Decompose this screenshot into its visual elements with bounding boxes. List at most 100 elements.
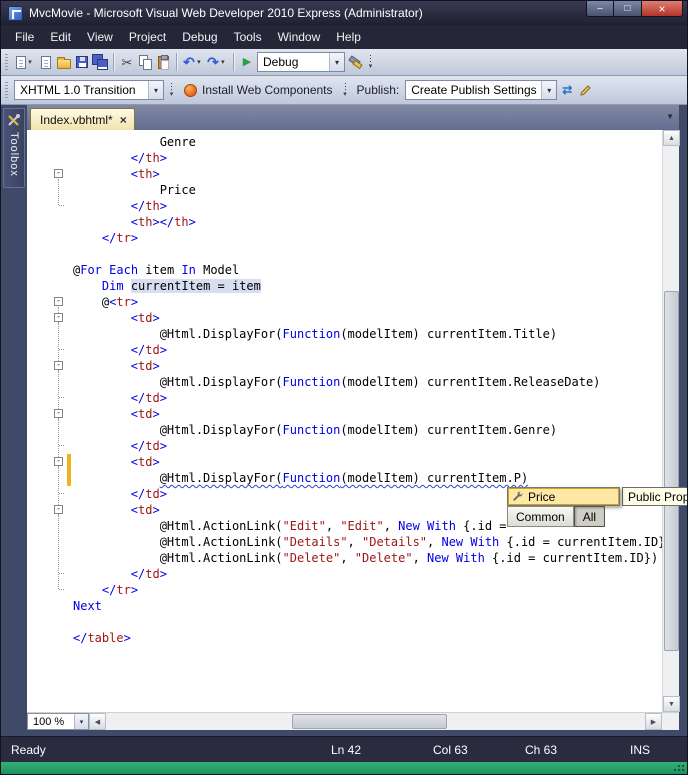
- copy-button[interactable]: [137, 52, 153, 72]
- pencil-icon: [580, 84, 591, 96]
- menu-edit[interactable]: Edit: [42, 27, 79, 47]
- chevron-down-icon[interactable]: ▾: [74, 714, 88, 729]
- install-web-components-button[interactable]: Install Web Components: [179, 79, 338, 101]
- code-line[interactable]: - <td>: [27, 358, 662, 374]
- vertical-scrollbar-thumb[interactable]: [664, 291, 679, 651]
- fold-toggle-icon[interactable]: -: [54, 409, 63, 418]
- fold-toggle-icon[interactable]: -: [54, 361, 63, 370]
- maximize-button[interactable]: □: [614, 1, 641, 17]
- paste-button[interactable]: [155, 52, 171, 72]
- cut-button[interactable]: ✂: [119, 52, 135, 72]
- chevron-down-icon[interactable]: ▾: [541, 81, 557, 99]
- toolbox-tab[interactable]: Toolbox: [3, 108, 25, 188]
- menu-debug[interactable]: Debug: [174, 27, 225, 47]
- intellisense-item-price[interactable]: Price: [508, 488, 619, 505]
- menu-view[interactable]: View: [79, 27, 121, 47]
- code-line[interactable]: </td>: [27, 390, 662, 406]
- fold-toggle-icon[interactable]: -: [54, 313, 63, 322]
- horizontal-scrollbar[interactable]: ◀ ▶: [89, 713, 662, 730]
- code-line[interactable]: </table>: [27, 630, 662, 646]
- code-line[interactable]: [27, 614, 662, 630]
- resize-grip[interactable]: [672, 763, 684, 771]
- publish-button[interactable]: ⇄: [559, 80, 575, 100]
- intellisense-tab-common[interactable]: Common: [507, 506, 574, 527]
- code-line[interactable]: @Html.DisplayFor(Function(modelItem) cur…: [27, 374, 662, 390]
- code-line[interactable]: </td>: [27, 566, 662, 582]
- save-button[interactable]: [74, 52, 90, 72]
- tab-close-icon[interactable]: ×: [120, 114, 127, 126]
- code-line[interactable]: - @<tr>: [27, 294, 662, 310]
- redo-button[interactable]: ↷ ▾: [206, 52, 228, 72]
- intellisense-tab-all[interactable]: All: [573, 506, 606, 527]
- menu-window[interactable]: Window: [270, 27, 329, 47]
- zoom-combo[interactable]: 100 % ▾: [27, 713, 89, 730]
- code-line[interactable]: </tr>: [27, 582, 662, 598]
- scroll-left-icon[interactable]: ◀: [89, 713, 106, 730]
- code-line[interactable]: - <th>: [27, 166, 662, 182]
- code-line[interactable]: </th>: [27, 198, 662, 214]
- document-list-chevron-icon[interactable]: ▼: [666, 112, 674, 121]
- code-line[interactable]: - <td>: [27, 310, 662, 326]
- toolbar-grip[interactable]: [5, 54, 8, 70]
- code-line[interactable]: - <td>: [27, 454, 662, 470]
- chevron-down-icon[interactable]: ▾: [195, 58, 203, 66]
- menu-tools[interactable]: Tools: [226, 27, 270, 47]
- publish-settings-combo[interactable]: Create Publish Settings ▾: [405, 80, 558, 100]
- code-line[interactable]: Price: [27, 182, 662, 198]
- chevron-down-icon[interactable]: ▾: [148, 81, 163, 99]
- save-all-button[interactable]: [92, 52, 108, 72]
- doctype-combo[interactable]: XHTML 1.0 Transition ▾: [14, 80, 164, 100]
- minimize-button[interactable]: –: [586, 1, 614, 17]
- code-line[interactable]: @Html.ActionLink("Details", "Details", N…: [27, 534, 662, 550]
- chevron-down-icon[interactable]: ▾: [26, 58, 34, 66]
- close-button[interactable]: ×: [641, 1, 683, 17]
- code-line[interactable]: Next: [27, 598, 662, 614]
- code-line[interactable]: @For Each item In Model: [27, 262, 662, 278]
- menu-file[interactable]: File: [7, 27, 42, 47]
- code-editor[interactable]: Genre </th> - <th> Price </th> <th></th> …: [27, 130, 662, 712]
- code-token: New With: [441, 535, 500, 549]
- fold-toggle-icon[interactable]: -: [54, 297, 63, 306]
- fold-toggle-icon[interactable]: -: [54, 505, 63, 514]
- title-bar[interactable]: MvcMovie - Microsoft Visual Web Develope…: [1, 1, 687, 25]
- menu-help[interactable]: Help: [328, 27, 369, 47]
- menu-project[interactable]: Project: [121, 27, 174, 47]
- scroll-down-icon[interactable]: ▼: [663, 696, 680, 712]
- scroll-right-icon[interactable]: ▶: [645, 713, 662, 730]
- code-line[interactable]: @Html.DisplayFor(Function(modelItem) cur…: [27, 422, 662, 438]
- chevron-down-icon[interactable]: ▾: [329, 53, 344, 71]
- code-line[interactable]: [27, 246, 662, 262]
- solution-configuration-combo[interactable]: Debug ▾: [257, 52, 345, 72]
- code-line[interactable]: - <td>: [27, 406, 662, 422]
- code-line[interactable]: @Html.DisplayFor(Function(modelItem) cur…: [27, 470, 662, 486]
- scroll-up-icon[interactable]: ▲: [663, 130, 680, 146]
- add-item-button[interactable]: [38, 52, 54, 72]
- code-line[interactable]: <th></th>: [27, 214, 662, 230]
- code-token: >: [152, 167, 160, 181]
- vertical-scrollbar[interactable]: ▲ ▼: [662, 130, 680, 712]
- find-tool-button[interactable]: [347, 52, 363, 72]
- code-line[interactable]: </th>: [27, 150, 662, 166]
- toolbar-overflow-button[interactable]: ▾: [340, 76, 351, 104]
- code-line[interactable]: </td>: [27, 342, 662, 358]
- toolbar-overflow-button[interactable]: ▾: [365, 49, 376, 75]
- code-line[interactable]: </td>: [27, 438, 662, 454]
- tool-icon: [348, 55, 362, 69]
- open-file-button[interactable]: [56, 52, 72, 72]
- undo-button[interactable]: ↶ ▾: [182, 52, 204, 72]
- chevron-down-icon[interactable]: ▾: [219, 58, 227, 66]
- fold-toggle-icon[interactable]: -: [54, 169, 63, 178]
- fold-toggle-icon[interactable]: -: [54, 457, 63, 466]
- new-project-button[interactable]: ▾: [14, 52, 36, 72]
- tab-index-vbhtml[interactable]: Index.vbhtml* ×: [30, 108, 135, 130]
- start-debugging-button[interactable]: ▶: [239, 52, 255, 72]
- toolbar-grip[interactable]: [5, 82, 8, 98]
- code-line[interactable]: </tr>: [27, 230, 662, 246]
- code-line[interactable]: @Html.ActionLink("Delete", "Delete", New…: [27, 550, 662, 566]
- code-line[interactable]: @Html.DisplayFor(Function(modelItem) cur…: [27, 326, 662, 342]
- horizontal-scrollbar-thumb[interactable]: [292, 714, 447, 729]
- code-line[interactable]: Dim currentItem = item: [27, 278, 662, 294]
- toolbar-overflow-button[interactable]: ▾: [166, 76, 177, 104]
- code-line[interactable]: Genre: [27, 134, 662, 150]
- edit-publish-button[interactable]: [577, 80, 593, 100]
